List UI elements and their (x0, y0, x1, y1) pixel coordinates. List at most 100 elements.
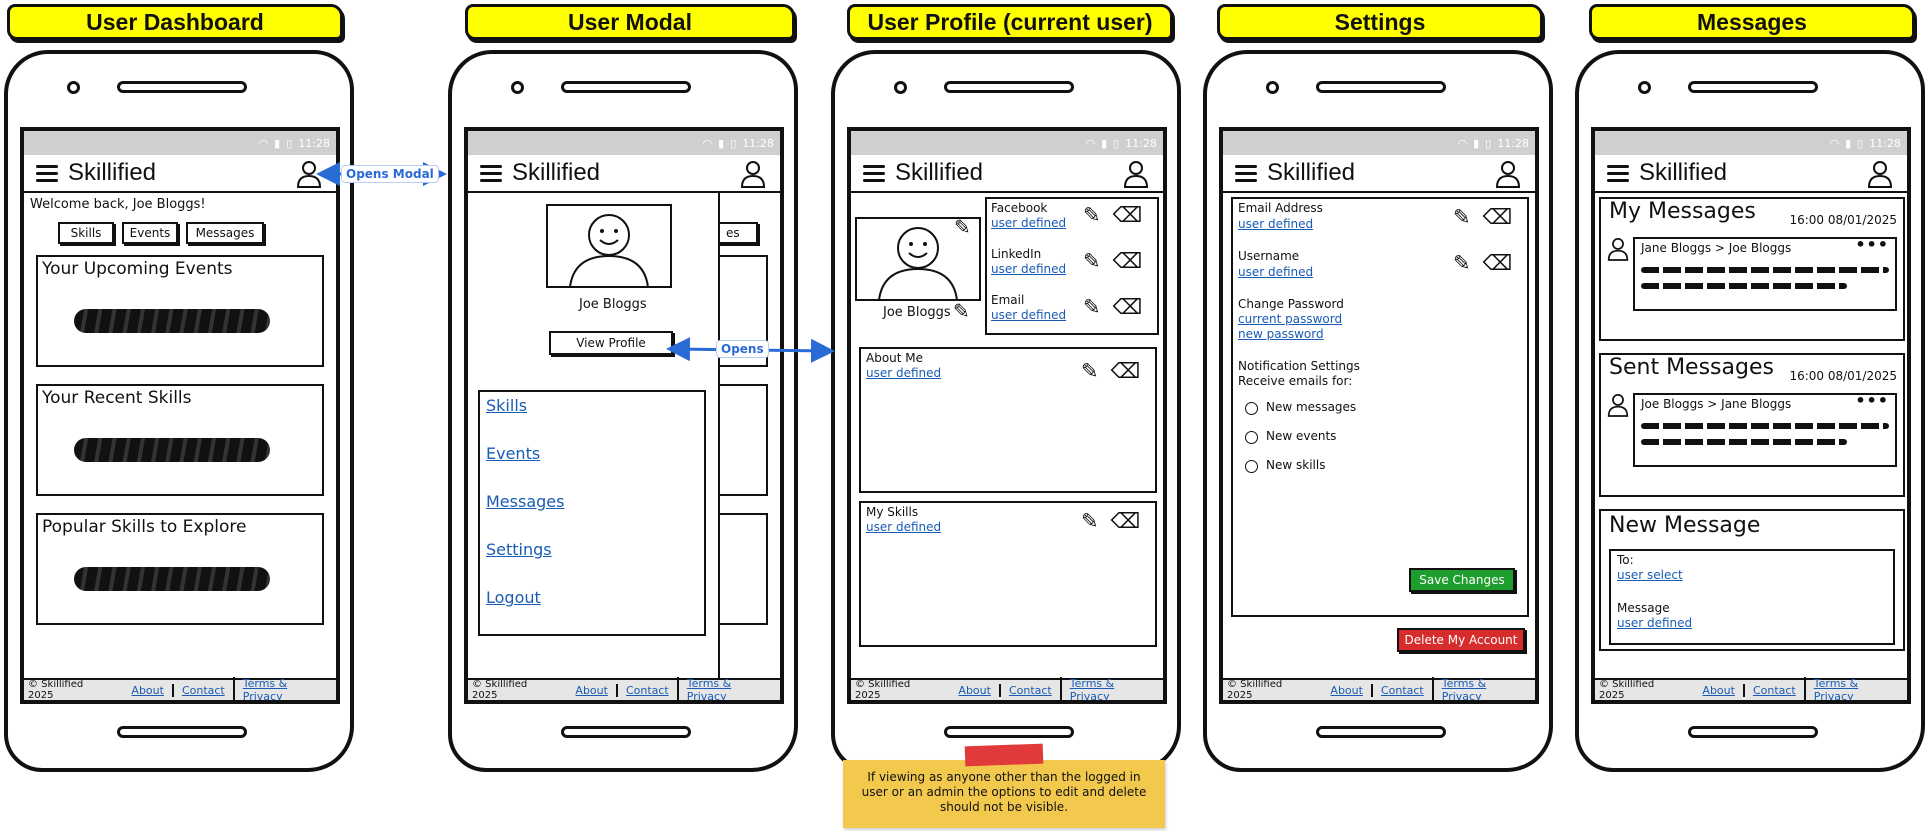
skills-value[interactable]: user defined (866, 520, 941, 534)
email-address-value[interactable]: user defined (1238, 217, 1313, 231)
clock: 11:28 (1125, 136, 1157, 150)
settings-card: Email Address user defined Username user… (1231, 197, 1529, 617)
about-link[interactable]: About (1322, 684, 1371, 697)
about-link[interactable]: About (1694, 684, 1743, 697)
eraser-icon[interactable]: ⌫ (1113, 249, 1143, 273)
new-message-form: To: user select Message user defined (1609, 549, 1895, 645)
terms-link[interactable]: Terms & Privacy (1059, 677, 1163, 700)
drawer-link-skills[interactable]: Skills (486, 396, 527, 415)
save-changes-button[interactable]: Save Changes (1409, 568, 1515, 592)
message-header: Jane Bloggs > Joe Bloggs (1641, 241, 1792, 255)
hamburger-icon[interactable] (36, 165, 58, 183)
copyright: © Skillified 2025 (472, 679, 528, 701)
tape (964, 743, 1044, 767)
footer: © Skillified 2025 About Contact Terms & … (851, 677, 1163, 700)
message-preview-line (1641, 423, 1889, 429)
pencil-icon[interactable]: ✎ (1453, 251, 1471, 275)
drawer-link-messages[interactable]: Messages (486, 492, 564, 511)
eraser-icon[interactable]: ⌫ (1111, 359, 1141, 383)
message-item[interactable]: Jane Bloggs > Joe Bloggs ••• (1633, 235, 1897, 311)
sent-messages-panel: Sent Messages 16:00 08/01/2025 Joe Blogg… (1599, 353, 1905, 497)
user-icon[interactable] (1123, 160, 1149, 188)
about-link[interactable]: About (567, 684, 616, 697)
events-button[interactable]: Events (122, 222, 178, 244)
footer: © Skillified 2025 About Contact Terms & … (1595, 677, 1907, 700)
more-icon[interactable]: ••• (1855, 235, 1889, 254)
terms-link[interactable]: Terms & Privacy (676, 677, 780, 700)
clock: 11:28 (742, 136, 774, 150)
status-bar: ◠ ▮ ▯ 11:28 (851, 131, 1163, 155)
terms-link[interactable]: Terms & Privacy (1803, 677, 1907, 700)
new-password-field[interactable]: new password (1238, 327, 1324, 341)
battery-icon: ▯ (1857, 136, 1864, 150)
user-icon[interactable] (1867, 160, 1893, 188)
screen: ◠ ▮ ▯ 11:28 Skillified My Messages 16:00 08… (1591, 127, 1911, 704)
message-body-field[interactable]: user defined (1617, 616, 1692, 630)
message-preview-line (1641, 283, 1847, 289)
eraser-icon[interactable]: ⌫ (1111, 509, 1141, 533)
terms-link[interactable]: Terms & Privacy (232, 677, 336, 700)
pencil-icon[interactable]: ✎ (1453, 205, 1471, 229)
hamburger-icon[interactable] (1235, 165, 1257, 183)
pencil-icon[interactable]: ✎ (1083, 295, 1101, 319)
about-value[interactable]: user defined (866, 366, 941, 380)
hamburger-icon[interactable] (863, 165, 885, 183)
user-icon[interactable] (1495, 160, 1521, 188)
upcoming-events-card: Your Upcoming Events (36, 255, 324, 367)
facebook-value[interactable]: user defined (991, 216, 1066, 230)
hamburger-icon[interactable] (1607, 165, 1629, 183)
popular-skills-card: Popular Skills to Explore (36, 513, 324, 625)
user-icon (1607, 238, 1629, 261)
about-link[interactable]: About (123, 684, 172, 697)
home-button (117, 726, 247, 738)
wifi-icon: ◠ (1085, 136, 1096, 150)
radio-new-messages[interactable] (1245, 402, 1258, 415)
recipient-select[interactable]: user select (1617, 568, 1683, 582)
current-password-field[interactable]: current password (1238, 312, 1342, 326)
eraser-icon[interactable]: ⌫ (1113, 295, 1143, 319)
contact-link[interactable]: Contact (998, 683, 1060, 697)
view-profile-button[interactable]: View Profile (549, 331, 673, 355)
more-icon[interactable]: ••• (1855, 391, 1889, 410)
eraser-icon[interactable]: ⌫ (1113, 203, 1143, 227)
signal-icon: ▮ (274, 136, 281, 150)
user-name: Joe Bloggs (579, 297, 647, 312)
delete-account-button[interactable]: Delete My Account (1397, 628, 1525, 652)
option-new-messages: New messages (1266, 400, 1357, 414)
app-bar: Skillified (468, 155, 780, 193)
contact-link[interactable]: Contact (615, 683, 677, 697)
user-icon[interactable] (740, 160, 766, 188)
message-item[interactable]: Joe Bloggs > Jane Bloggs ••• (1633, 391, 1897, 467)
about-link[interactable]: About (950, 684, 999, 697)
contact-link[interactable]: Contact (171, 683, 233, 697)
speaker (944, 81, 1074, 93)
hamburger-icon[interactable] (480, 165, 502, 183)
pencil-icon[interactable]: ✎ (953, 299, 970, 323)
radio-new-skills[interactable] (1245, 460, 1258, 473)
user-icon[interactable] (296, 160, 322, 188)
pencil-icon[interactable]: ✎ (954, 215, 971, 239)
eraser-icon[interactable]: ⌫ (1483, 251, 1513, 275)
drawer-link-events[interactable]: Events (486, 444, 540, 463)
radio-new-events[interactable] (1245, 431, 1258, 444)
contact-link[interactable]: Contact (1742, 683, 1804, 697)
messages-button[interactable]: Messages (186, 222, 264, 244)
pencil-icon[interactable]: ✎ (1083, 203, 1101, 227)
phone-profile: ◠ ▮ ▯ 11:28 Skillified ✎ Joe Bloggs ✎ Faceb… (831, 50, 1181, 772)
skills-button[interactable]: Skills (58, 222, 114, 244)
pencil-icon[interactable]: ✎ (1081, 509, 1099, 533)
linkedin-value[interactable]: user defined (991, 262, 1066, 276)
sticky-note: If viewing as anyone other than the logg… (843, 760, 1165, 828)
pencil-icon[interactable]: ✎ (1083, 249, 1101, 273)
drawer-link-logout[interactable]: Logout (486, 588, 541, 607)
terms-link[interactable]: Terms & Privacy (1431, 677, 1535, 700)
pencil-icon[interactable]: ✎ (1081, 359, 1099, 383)
socials-card: Facebook user defined LinkedIn user defi… (985, 197, 1159, 335)
eraser-icon[interactable]: ⌫ (1483, 205, 1513, 229)
username-value[interactable]: user defined (1238, 265, 1313, 279)
home-button (561, 726, 691, 738)
edit-actions: ✎ ⌫ (1453, 251, 1512, 275)
drawer-link-settings[interactable]: Settings (486, 540, 552, 559)
contact-link[interactable]: Contact (1370, 683, 1432, 697)
email-value[interactable]: user defined (991, 308, 1066, 322)
